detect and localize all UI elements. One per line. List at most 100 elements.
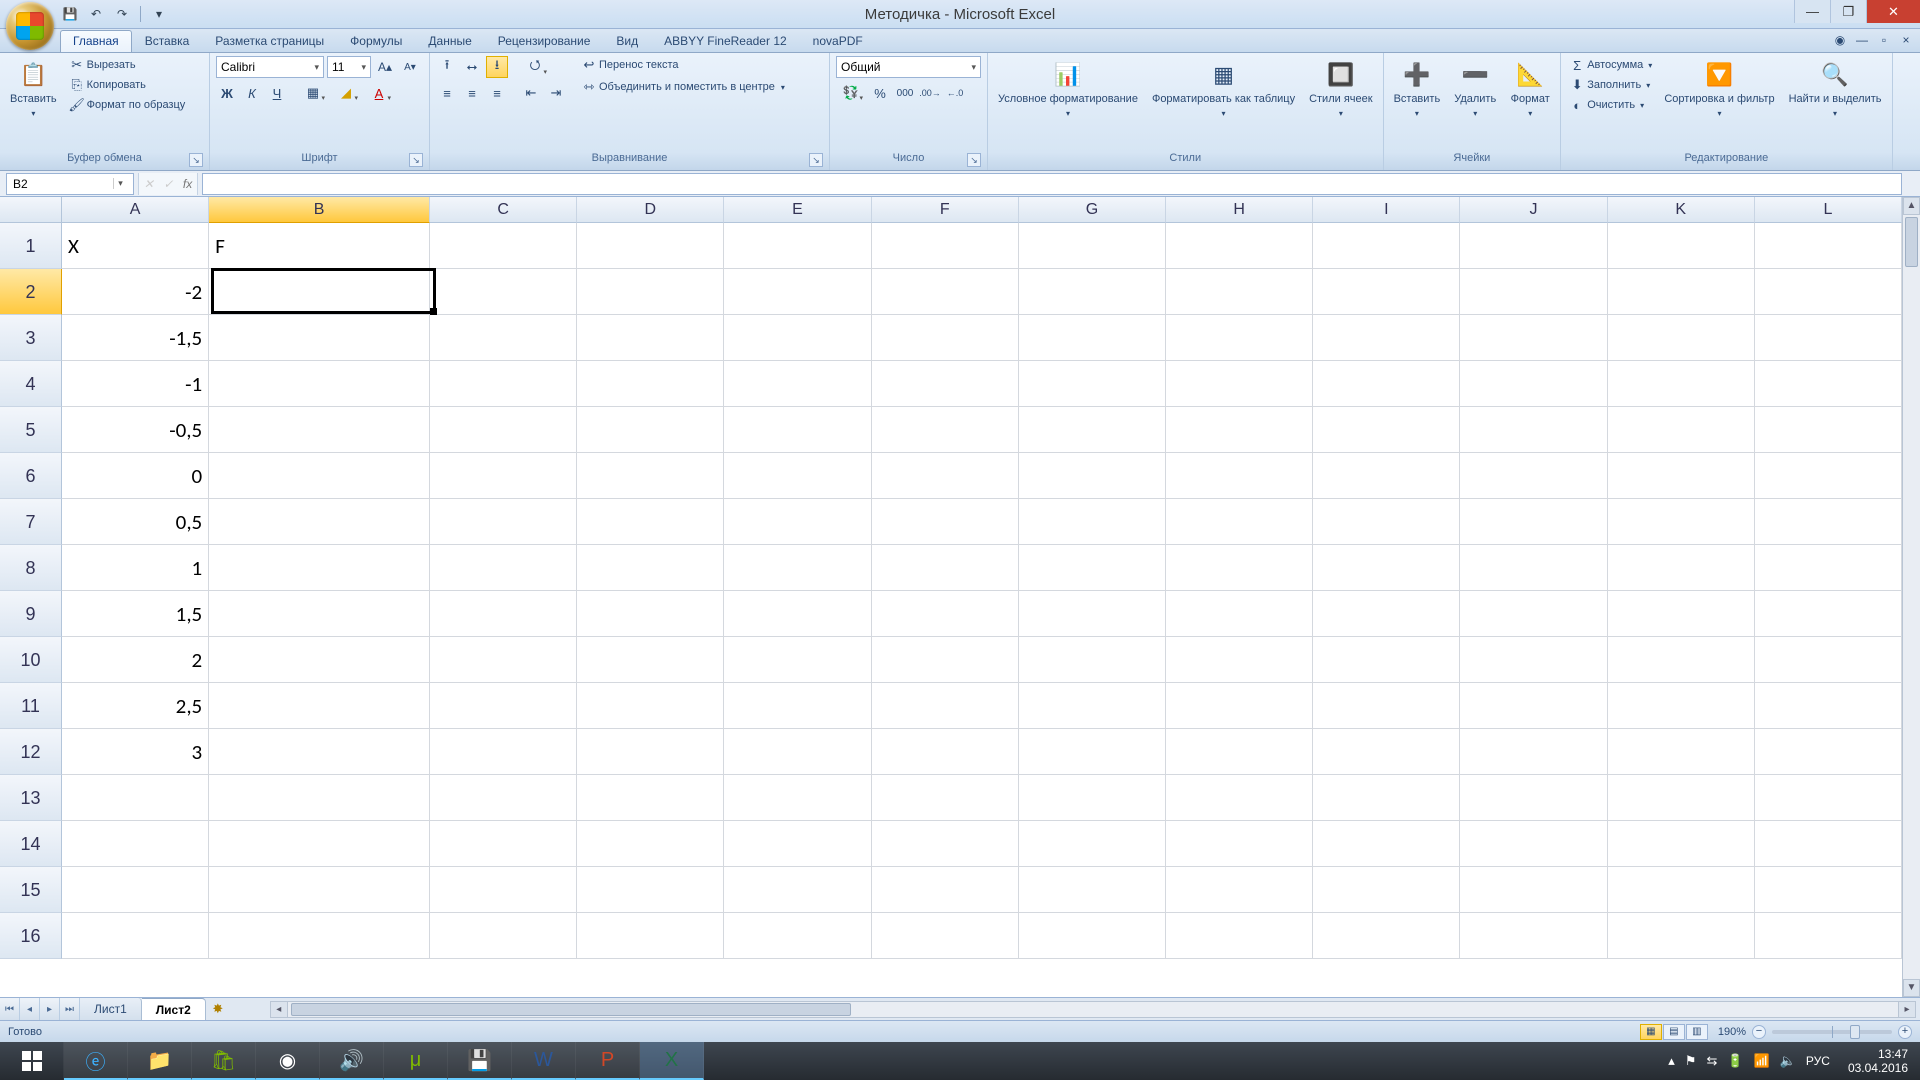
cell-E10[interactable] bbox=[724, 637, 871, 683]
cell-J13[interactable] bbox=[1460, 775, 1607, 821]
cell-D9[interactable] bbox=[577, 591, 724, 637]
tray-clock[interactable]: 13:47 03.04.2016 bbox=[1840, 1047, 1916, 1075]
cell-L5[interactable] bbox=[1755, 407, 1902, 453]
cell-E4[interactable] bbox=[724, 361, 871, 407]
cell-H10[interactable] bbox=[1166, 637, 1313, 683]
taskbar-word[interactable]: W bbox=[512, 1042, 576, 1080]
sheet-nav-next[interactable]: ▸ bbox=[40, 998, 60, 1020]
cell-J14[interactable] bbox=[1460, 821, 1607, 867]
copy-button[interactable]: ⎘Копировать bbox=[67, 76, 188, 94]
cell-J12[interactable] bbox=[1460, 729, 1607, 775]
ribbon-tab-1[interactable]: Вставка bbox=[132, 30, 203, 52]
cell-A7[interactable]: 0,5 bbox=[62, 499, 209, 545]
conditional-formatting-button[interactable]: 📊Условное форматирование▾ bbox=[994, 56, 1142, 122]
taskbar-store[interactable]: 🛍 bbox=[192, 1042, 256, 1080]
cell-E14[interactable] bbox=[724, 821, 871, 867]
cell-E1[interactable] bbox=[724, 223, 871, 269]
qat-customize-icon[interactable]: ▾ bbox=[149, 4, 169, 24]
cell-J11[interactable] bbox=[1460, 683, 1607, 729]
row-header-10[interactable]: 10 bbox=[0, 637, 62, 683]
cell-K15[interactable] bbox=[1608, 867, 1755, 913]
cell-B2[interactable] bbox=[209, 269, 430, 315]
fill-button[interactable]: ⬇Заполнить▾ bbox=[1567, 76, 1654, 94]
cell-G9[interactable] bbox=[1019, 591, 1166, 637]
cell-J15[interactable] bbox=[1460, 867, 1607, 913]
cell-F13[interactable] bbox=[872, 775, 1019, 821]
taskbar-powerpoint[interactable]: P bbox=[576, 1042, 640, 1080]
cell-I3[interactable] bbox=[1313, 315, 1460, 361]
tray-chevron-icon[interactable]: ▴ bbox=[1668, 1053, 1675, 1069]
cell-C12[interactable] bbox=[430, 729, 577, 775]
cell-F8[interactable] bbox=[872, 545, 1019, 591]
merge-center-button[interactable]: ⇿Объединить и поместить в центре▾ bbox=[579, 78, 787, 96]
underline-button[interactable]: Ч bbox=[266, 82, 288, 104]
cell-L7[interactable] bbox=[1755, 499, 1902, 545]
cell-J10[interactable] bbox=[1460, 637, 1607, 683]
taskbar-torrent[interactable]: μ bbox=[384, 1042, 448, 1080]
sheet-tab-1[interactable]: Лист2 bbox=[142, 998, 206, 1020]
cell-C4[interactable] bbox=[430, 361, 577, 407]
cell-D6[interactable] bbox=[577, 453, 724, 499]
column-header-L[interactable]: L bbox=[1755, 197, 1902, 223]
autosum-button[interactable]: ΣАвтосумма▾ bbox=[1567, 56, 1654, 74]
cell-L13[interactable] bbox=[1755, 775, 1902, 821]
horizontal-scrollbar[interactable]: ◂ ▸ bbox=[270, 1001, 1916, 1018]
row-header-16[interactable]: 16 bbox=[0, 913, 62, 959]
cell-G13[interactable] bbox=[1019, 775, 1166, 821]
cell-I15[interactable] bbox=[1313, 867, 1460, 913]
cell-G8[interactable] bbox=[1019, 545, 1166, 591]
cell-L8[interactable] bbox=[1755, 545, 1902, 591]
cell-D10[interactable] bbox=[577, 637, 724, 683]
close-button[interactable]: ✕ bbox=[1866, 0, 1920, 23]
cell-A3[interactable]: -1,5 bbox=[62, 315, 209, 361]
borders-button[interactable]: ▦▾ bbox=[298, 82, 328, 104]
cell-D15[interactable] bbox=[577, 867, 724, 913]
cell-D2[interactable] bbox=[577, 269, 724, 315]
delete-cells-button[interactable]: ➖Удалить▾ bbox=[1450, 56, 1500, 122]
cell-J1[interactable] bbox=[1460, 223, 1607, 269]
formula-input[interactable] bbox=[202, 173, 1902, 195]
cell-E13[interactable] bbox=[724, 775, 871, 821]
cell-F3[interactable] bbox=[872, 315, 1019, 361]
row-header-2[interactable]: 2 bbox=[0, 269, 62, 315]
cell-H12[interactable] bbox=[1166, 729, 1313, 775]
cell-G2[interactable] bbox=[1019, 269, 1166, 315]
ribbon-tab-5[interactable]: Рецензирование bbox=[485, 30, 604, 52]
cell-I1[interactable] bbox=[1313, 223, 1460, 269]
align-middle-button[interactable]: ⭤ bbox=[461, 56, 483, 78]
row-header-3[interactable]: 3 bbox=[0, 315, 62, 361]
ribbon-close-icon[interactable]: × bbox=[1898, 32, 1914, 48]
cell-H8[interactable] bbox=[1166, 545, 1313, 591]
cell-B5[interactable] bbox=[209, 407, 430, 453]
find-select-button[interactable]: 🔍Найти и выделить▾ bbox=[1785, 56, 1886, 122]
cell-B13[interactable] bbox=[209, 775, 430, 821]
dialog-launcher-icon[interactable]: ↘ bbox=[967, 153, 981, 167]
cell-G15[interactable] bbox=[1019, 867, 1166, 913]
cell-E5[interactable] bbox=[724, 407, 871, 453]
cell-L15[interactable] bbox=[1755, 867, 1902, 913]
cell-D14[interactable] bbox=[577, 821, 724, 867]
minimize-button[interactable]: — bbox=[1794, 0, 1830, 23]
cell-E11[interactable] bbox=[724, 683, 871, 729]
decrease-decimal-button[interactable]: ←.0 bbox=[944, 82, 966, 104]
tray-battery-icon[interactable]: 🔋 bbox=[1727, 1053, 1743, 1069]
cell-E3[interactable] bbox=[724, 315, 871, 361]
cell-K4[interactable] bbox=[1608, 361, 1755, 407]
cell-L14[interactable] bbox=[1755, 821, 1902, 867]
cell-A4[interactable]: -1 bbox=[62, 361, 209, 407]
cell-B8[interactable] bbox=[209, 545, 430, 591]
cell-B3[interactable] bbox=[209, 315, 430, 361]
redo-icon[interactable]: ↷ bbox=[112, 4, 132, 24]
cell-C14[interactable] bbox=[430, 821, 577, 867]
start-button[interactable] bbox=[0, 1042, 64, 1080]
cell-K10[interactable] bbox=[1608, 637, 1755, 683]
cell-I13[interactable] bbox=[1313, 775, 1460, 821]
cell-G14[interactable] bbox=[1019, 821, 1166, 867]
align-top-button[interactable]: ⭱ bbox=[436, 56, 458, 78]
cell-I11[interactable] bbox=[1313, 683, 1460, 729]
taskbar-ie[interactable]: ⓔ bbox=[64, 1042, 128, 1080]
office-button[interactable] bbox=[6, 2, 54, 50]
cell-C15[interactable] bbox=[430, 867, 577, 913]
cell-E16[interactable] bbox=[724, 913, 871, 959]
accounting-format-button[interactable]: 💱▾ bbox=[836, 82, 866, 104]
